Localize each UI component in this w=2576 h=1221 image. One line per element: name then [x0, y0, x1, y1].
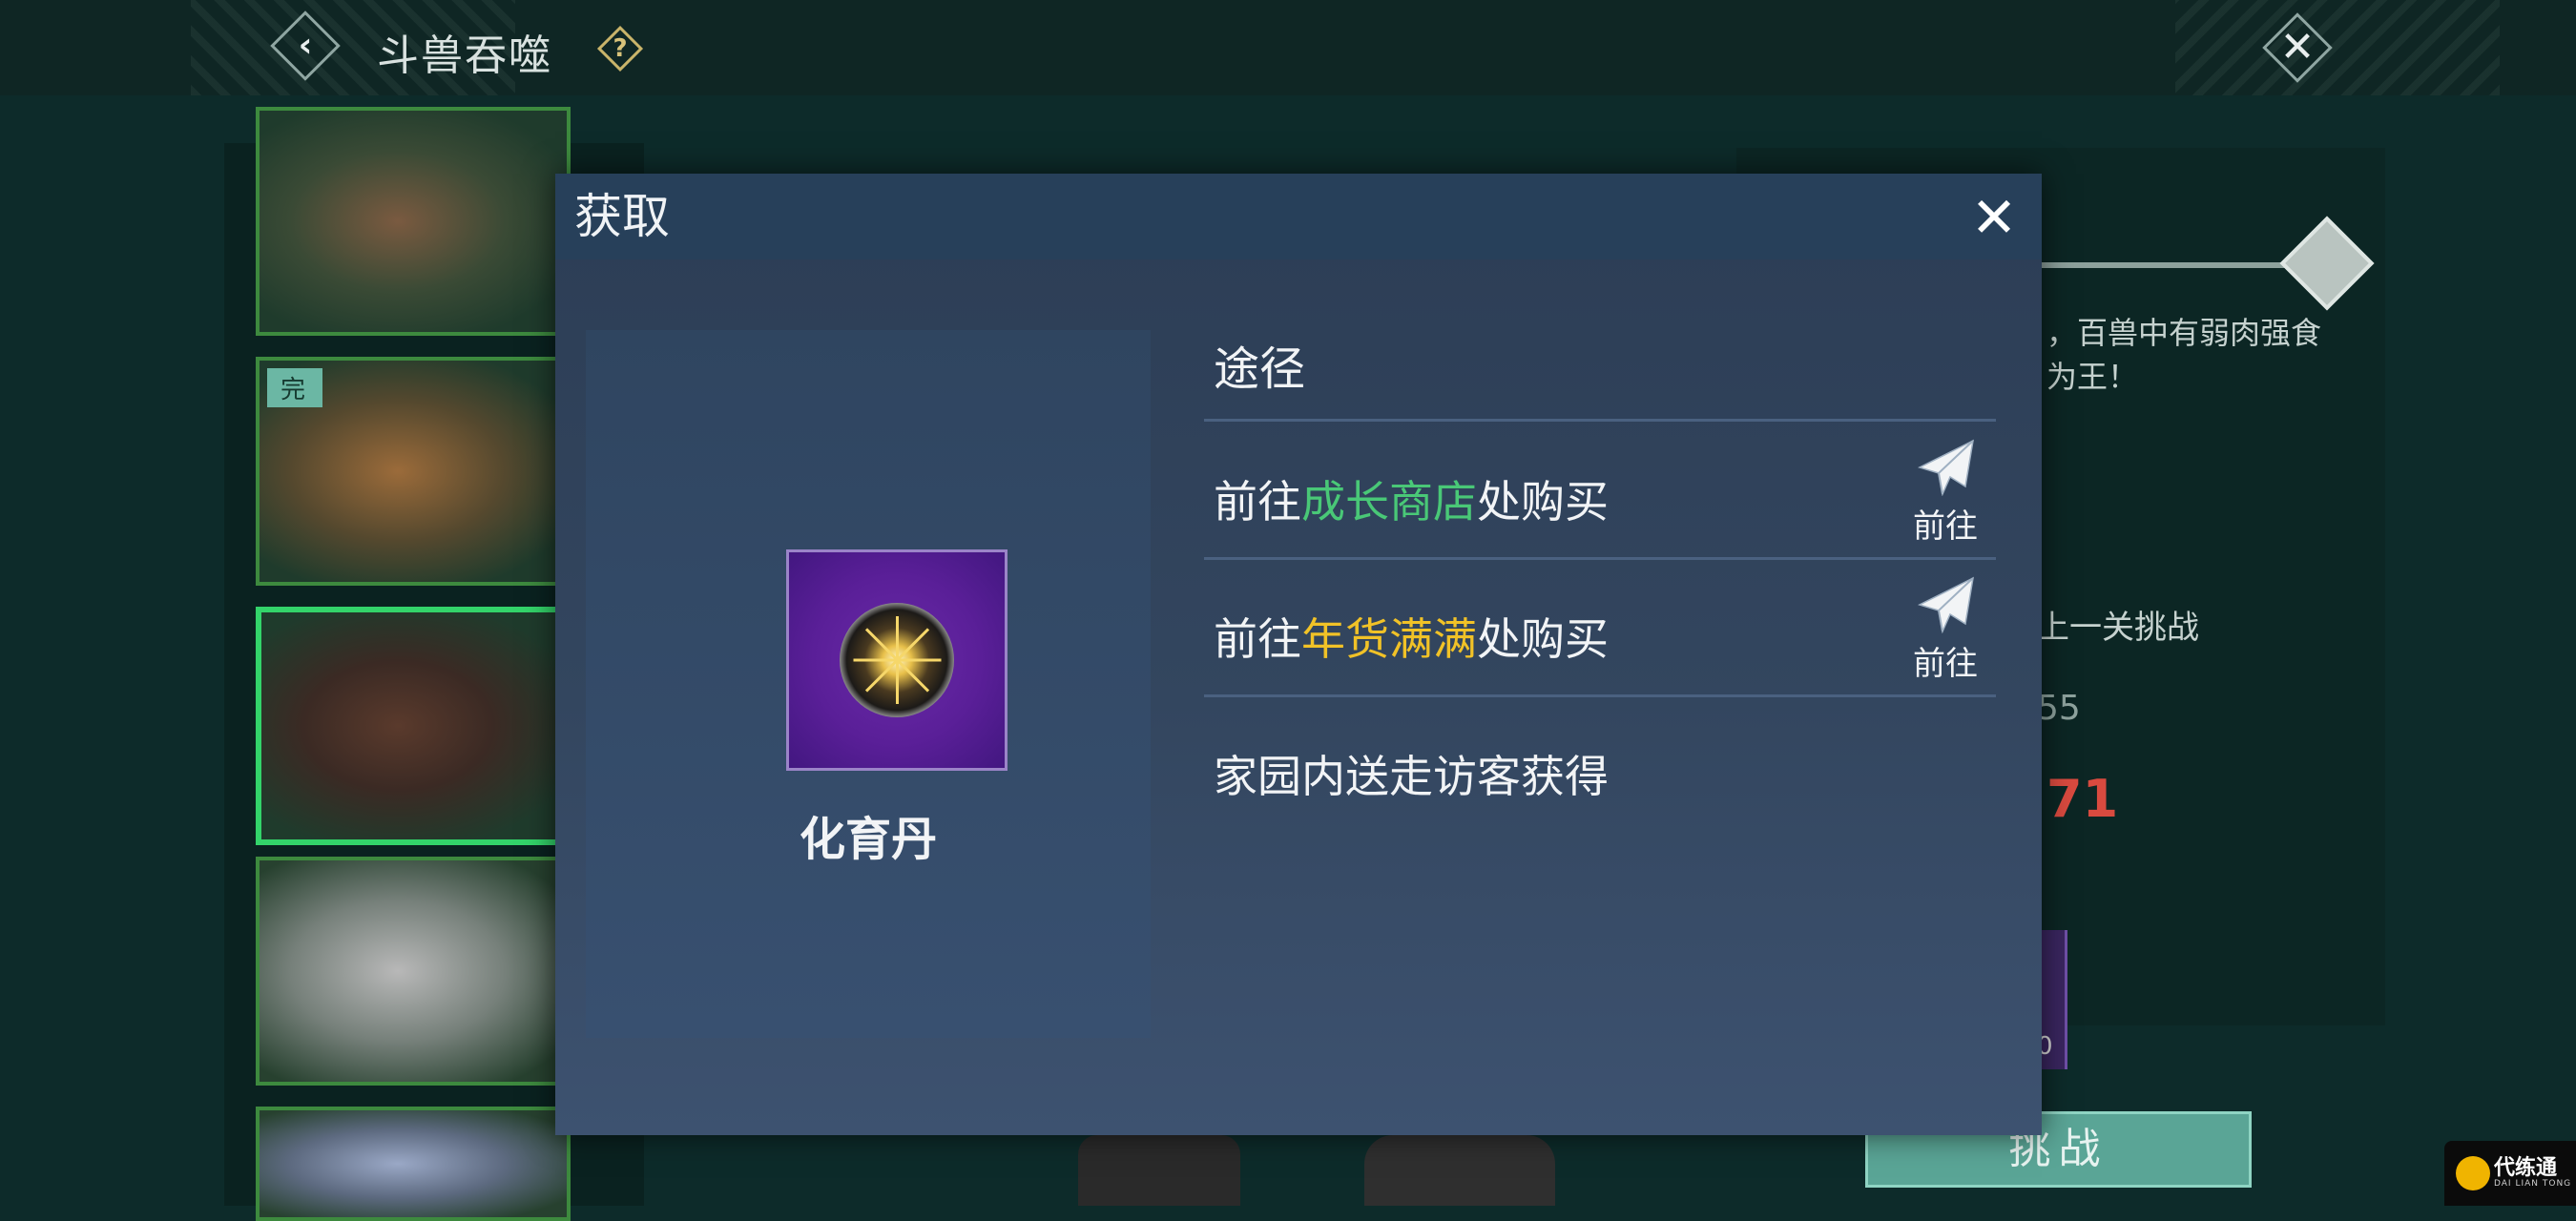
close-icon: ✕: [1970, 185, 2018, 250]
way-row-growth-shop: 前往成长商店处购买 前往: [1214, 424, 1996, 557]
dialog-header: 获取 ✕: [555, 174, 2042, 259]
beast-card-1[interactable]: [256, 107, 571, 336]
divider: [1204, 557, 1996, 560]
divider: [1204, 419, 1996, 422]
requirement-value: 55: [2037, 689, 2081, 728]
story-line-1: ，百兽中有弱肉强食: [2046, 315, 2322, 351]
power-value: 71: [2046, 769, 2119, 829]
header-ornament-right: [2175, 0, 2500, 95]
stage-story: ，百兽中有弱肉强食 为王！: [2046, 311, 2371, 399]
watermark-text: 代练通: [2494, 1156, 2558, 1180]
way-row-new-year-goods: 前往年货满满处购买 前往: [1214, 561, 1996, 694]
ways-heading: 途径: [1214, 342, 1306, 396]
dialog-close-button[interactable]: ✕: [1965, 189, 2023, 246]
go-label: 前往: [1913, 507, 1978, 546]
top-bar: ‹ 斗兽吞噬 ? ✕: [0, 0, 2576, 95]
paper-plane-icon: [1918, 576, 1974, 633]
way-prefix: 家园内送走访客获得: [1214, 751, 1609, 802]
close-icon: ✕: [2279, 23, 2316, 72]
watermark-subtext: DAI LIAN TONG: [2494, 1179, 2572, 1189]
way-prefix: 前往: [1214, 613, 1301, 665]
way-suffix: 处购买: [1477, 613, 1609, 665]
way-suffix: 处购买: [1477, 476, 1609, 528]
question-icon: ?: [613, 34, 628, 63]
completed-badge: 完: [267, 368, 323, 407]
item-icon-frame: [786, 549, 1008, 771]
help-button[interactable]: ?: [596, 25, 644, 72]
chevron-left-icon: ‹: [298, 26, 313, 65]
item-name: 化育丹: [799, 813, 937, 866]
dialog-title: 获取: [574, 189, 670, 244]
item-preview: 化育丹: [586, 330, 1151, 1038]
back-button[interactable]: ‹: [267, 8, 343, 84]
go-label: 前往: [1913, 645, 1978, 683]
beast-card-4[interactable]: [256, 857, 571, 1086]
orb-icon: [840, 603, 954, 717]
acquire-dialog: 获取 ✕ 化育丹 途径 前往成长商店处购买 前往 前往年货满满处购买 前往 家园…: [555, 174, 2042, 1135]
paper-plane-icon: [1918, 439, 1974, 496]
way-row-home-visitor: 家园内送走访客获得: [1214, 698, 1996, 832]
page-title: 斗兽吞噬: [377, 31, 552, 80]
go-button-new-year-goods[interactable]: 前往: [1902, 570, 1988, 685]
bottom-beast-figure-1: [1078, 1135, 1240, 1206]
close-page-button[interactable]: ✕: [2259, 10, 2336, 86]
divider: [1204, 694, 1996, 697]
watermark-icon: [2456, 1156, 2490, 1190]
way-highlight-new-year-goods: 年货满满: [1301, 613, 1477, 665]
way-text: 前往成长商店处购买: [1214, 467, 1609, 530]
watermark-logo: 代练通 DAI LIAN TONG: [2444, 1141, 2576, 1206]
go-button-growth-shop[interactable]: 前往: [1902, 433, 1988, 548]
way-highlight-growth-shop: 成长商店: [1301, 476, 1477, 528]
beast-card-3-selected[interactable]: [256, 607, 571, 845]
stage-label: 上一关挑战: [2037, 609, 2199, 647]
way-text: 前往年货满满处购买: [1214, 605, 1609, 668]
way-prefix: 前往: [1214, 476, 1301, 528]
beast-card-5[interactable]: [256, 1107, 571, 1221]
bottom-beast-figure-2: [1364, 1135, 1555, 1206]
story-line-2: 为王！: [2046, 359, 2139, 395]
way-text: 家园内送走访客获得: [1214, 742, 1609, 805]
beast-card-2[interactable]: 完: [256, 357, 571, 586]
